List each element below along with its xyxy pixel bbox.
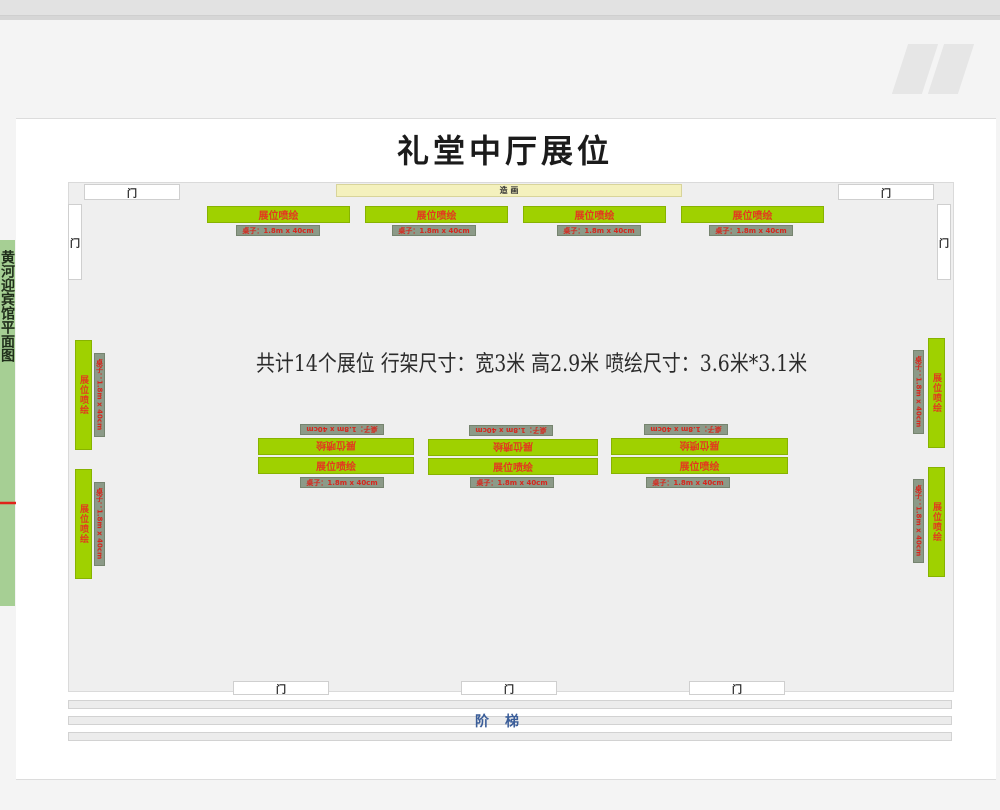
booth-top-1: 展位喷绘 — [207, 206, 350, 223]
table-left-2: 桌子：1.8m x 40cm — [94, 482, 105, 566]
booth-info-text: 共计14个展位 行架尺寸：宽3米 高2.9米 喷绘尺寸：3.6米*3.1米 — [256, 352, 808, 377]
booth-left-1: 展位喷绘 — [75, 340, 92, 450]
door-bottom-center: 门 — [461, 681, 557, 696]
backdrop-banner: 造 画 — [336, 184, 682, 197]
booth-center-3-front: 展位喷绘 — [611, 457, 788, 474]
table-center-3-front: 桌子：1.8m x 40cm — [646, 477, 730, 488]
quote-mark-icon — [891, 44, 975, 94]
table-top-3: 桌子：1.8m x 40cm — [557, 225, 641, 236]
table-top-4: 桌子：1.8m x 40cm — [709, 225, 793, 236]
booth-top-3: 展位喷绘 — [523, 206, 666, 223]
table-right-1: 桌子：1.8m x 40cm — [913, 350, 924, 434]
stairs-label: 阶梯 — [475, 714, 535, 730]
booth-right-2: 展位喷绘 — [928, 467, 945, 577]
table-center-1-back: 桌子：1.8m x 40cm — [300, 424, 384, 435]
hall-floor — [68, 182, 954, 692]
booth-center-1-front: 展位喷绘 — [258, 457, 414, 474]
stair-step-3 — [68, 732, 952, 741]
door-top-left: 门 — [84, 184, 180, 200]
stair-step-1 — [68, 700, 952, 709]
table-center-3-back: 桌子：1.8m x 40cm — [644, 424, 728, 435]
booth-center-1-back: 展位喷绘 — [258, 438, 414, 455]
door-bottom-left: 门 — [233, 681, 329, 696]
table-center-1-front: 桌子：1.8m x 40cm — [300, 477, 384, 488]
booth-center-3-back: 展位喷绘 — [611, 438, 788, 455]
page-title: 礼堂中厅展位 — [396, 132, 613, 170]
booth-top-2: 展位喷绘 — [365, 206, 508, 223]
browser-top-bar — [0, 0, 1000, 16]
booth-left-2: 展位喷绘 — [75, 469, 92, 579]
table-top-1: 桌子：1.8m x 40cm — [236, 225, 320, 236]
booth-top-4: 展位喷绘 — [681, 206, 824, 223]
table-left-1: 桌子：1.8m x 40cm — [94, 353, 105, 437]
booth-center-2-front: 展位喷绘 — [428, 458, 598, 475]
table-right-2: 桌子：1.8m x 40cm — [913, 479, 924, 563]
side-title: 黄河迎宾馆平面图 — [0, 250, 15, 362]
booth-center-2-back: 展位喷绘 — [428, 439, 598, 456]
door-right: 门 — [937, 204, 951, 280]
table-top-2: 桌子：1.8m x 40cm — [392, 225, 476, 236]
door-bottom-right: 门 — [689, 681, 785, 696]
booth-right-1: 展位喷绘 — [928, 338, 945, 448]
door-top-right: 门 — [838, 184, 934, 200]
door-left: 门 — [68, 204, 82, 280]
table-center-2-back: 桌子：1.8m x 40cm — [469, 425, 553, 436]
table-center-2-front: 桌子：1.8m x 40cm — [470, 477, 554, 488]
